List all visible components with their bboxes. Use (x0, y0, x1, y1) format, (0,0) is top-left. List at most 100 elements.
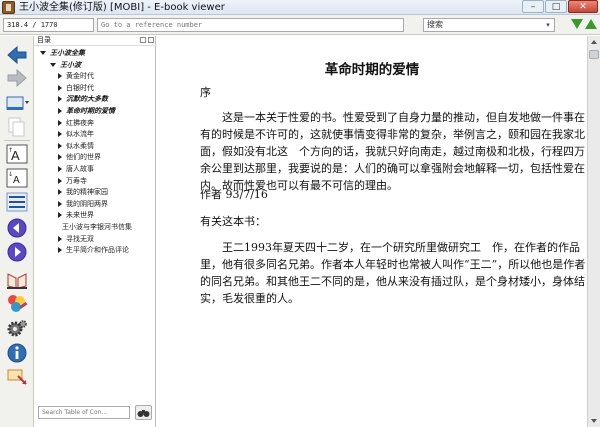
left-icon-toolbar: A ↑ A ↓ (0, 36, 34, 427)
collapsed-triangle-icon[interactable] (58, 154, 62, 161)
toc-item[interactable]: 红拂夜奔 (58, 117, 94, 129)
collapsed-triangle-icon[interactable] (58, 96, 62, 103)
toc-header: 目录 (34, 36, 156, 46)
goto-reference-input[interactable]: Go to a reference number (97, 18, 404, 32)
toc-item[interactable]: 沉默的大多数 (58, 93, 108, 105)
collapsed-triangle-icon[interactable] (58, 108, 62, 114)
toc-item[interactable]: 似水流年 (58, 128, 94, 140)
info-icon[interactable] (5, 342, 29, 364)
toc-item[interactable]: 革命时期的爱情 (58, 105, 115, 117)
toc-item-label: 万寿寺 (66, 176, 87, 185)
collapsed-triangle-icon[interactable] (58, 247, 62, 254)
next-page-icon[interactable] (5, 241, 29, 263)
search-combobox[interactable]: 搜索 ▾ (423, 18, 555, 32)
back-arrow-icon[interactable] (5, 44, 29, 66)
toc-item[interactable]: 万寿寺 (58, 175, 87, 187)
expanded-triangle-icon[interactable] (40, 51, 46, 55)
toc-item-label: 白银时代 (66, 83, 94, 92)
close-panel-icon[interactable] (148, 37, 154, 43)
book-page-view[interactable]: 革命时期的爱情 序 这是一本关于性爱的书。性爱受到了自身力量的推动，但自发地做一… (157, 36, 587, 427)
svg-text:A: A (13, 175, 20, 186)
toc-item[interactable]: 我的精神家园 (58, 186, 108, 198)
toc-item[interactable]: 似水柔情 (58, 140, 94, 152)
toc-item[interactable]: 寻找无双 (58, 233, 94, 245)
collapsed-triangle-icon[interactable] (58, 142, 62, 149)
full-screen-icon[interactable] (5, 366, 29, 388)
toc-search-input[interactable]: Search Table of Con... (38, 406, 130, 419)
collapsed-triangle-icon[interactable] (58, 119, 62, 126)
svg-text:↓: ↓ (8, 171, 13, 178)
forward-arrow-icon[interactable] (5, 67, 29, 89)
close-button[interactable]: ✕ (568, 0, 598, 13)
collapsed-triangle-icon[interactable] (58, 84, 62, 91)
collapsed-triangle-icon[interactable] (58, 166, 62, 172)
toc-item-label: 我的精神家园 (66, 188, 108, 197)
toc-item-label: 革命时期的爱情 (66, 107, 115, 115)
toc-item-label: 未来世界 (66, 211, 94, 220)
toc-item[interactable]: 他们的世界 (58, 151, 101, 163)
previous-match-up-icon[interactable] (585, 19, 597, 29)
float-panel-icon[interactable] (140, 37, 146, 43)
scrollbar-thumb[interactable] (589, 50, 599, 59)
theme-icon[interactable] (5, 292, 29, 314)
toc-item-label: 生平简介和作品评论 (66, 246, 129, 255)
toc-item-label: 我的阴阳两界 (66, 199, 108, 208)
previous-page-icon[interactable] (5, 217, 29, 239)
table-of-contents-icon[interactable] (5, 191, 29, 213)
copy-icon[interactable] (5, 116, 29, 138)
toc-item-label: 似水柔情 (66, 141, 94, 150)
chapter-title: 革命时期的爱情 (324, 62, 420, 78)
toc-item[interactable]: 黄金时代 (58, 70, 94, 82)
reference-mode-icon[interactable] (5, 268, 29, 290)
toc-item[interactable]: 白银时代 (58, 82, 94, 94)
paragraph: 王二1993年夏天四十二岁，在一个研究所里做研究工 作，在作者的作品里，他有很多… (200, 241, 586, 305)
minimize-button[interactable]: – (522, 0, 544, 13)
toc-item-label: 他们的世界 (66, 153, 101, 162)
search-dropdown-icon[interactable]: ▾ (543, 20, 553, 30)
title-bar: 王小波全集(修订版) [MOBI] - E-book viewer – □ ✕ (0, 0, 600, 15)
table-of-contents-panel: 目录 王小波全集王小波 黄金时代 白银时代沉默的大多数 革命时期的爱情 红拂夜奔似水流年… (34, 36, 156, 427)
position-spinbox[interactable]: 318.4 / 1770 (3, 18, 94, 32)
toc-item-label: 王小波 (60, 60, 81, 69)
collapsed-triangle-icon[interactable] (58, 200, 62, 207)
paragraph: 序 (200, 86, 211, 99)
font-larger-icon[interactable]: A ↑ (5, 143, 29, 165)
vertical-scrollbar[interactable] (587, 36, 600, 427)
toc-item[interactable]: 王小波全集 (40, 47, 85, 59)
toc-item[interactable]: 未来世界 (58, 209, 94, 221)
paragraph: 这是一本关于性爱的书。性爱受到了自身力量的推动，但自发地做一件事在有的时候是不许… (200, 111, 585, 192)
collapsed-triangle-icon[interactable] (58, 235, 62, 242)
collapsed-triangle-icon[interactable] (58, 73, 62, 80)
toc-item[interactable]: 唐人故事 (58, 163, 94, 175)
collapsed-triangle-icon[interactable] (58, 177, 62, 184)
expanded-triangle-icon[interactable] (50, 62, 56, 67)
svg-text:↑: ↑ (8, 147, 13, 154)
toc-item-label: 王小波与李银河书信集 (62, 223, 132, 231)
scroll-up-icon[interactable] (591, 40, 597, 44)
toc-item-label: 唐人故事 (66, 165, 94, 173)
toolbar-separator (4, 140, 30, 141)
preferences-gear-icon[interactable] (5, 318, 29, 340)
collapsed-triangle-icon[interactable] (58, 212, 62, 219)
toc-find-button[interactable] (135, 405, 152, 420)
window-controls: – □ ✕ (522, 0, 598, 13)
maximize-button[interactable]: □ (545, 0, 567, 13)
toc-item-label: 似水流年 (66, 130, 94, 139)
next-match-down-icon[interactable] (571, 19, 583, 29)
toc-item[interactable]: 我的阴阳两界 (58, 198, 108, 210)
open-book-icon[interactable] (5, 92, 29, 114)
toc-item-label: 红拂夜奔 (66, 118, 94, 127)
toc-title: 目录 (37, 36, 51, 44)
toc-header-buttons (140, 37, 154, 43)
toc-item-label: 王小波全集 (50, 49, 85, 57)
font-smaller-icon[interactable]: A ↓ (5, 167, 29, 189)
search-value: 搜索 (427, 20, 443, 29)
toc-item[interactable]: 王小波与李银河书信集 (58, 221, 132, 233)
toc-item-label: 沉默的大多数 (66, 95, 108, 104)
toc-item[interactable]: 王小波 (50, 59, 81, 71)
collapsed-triangle-icon[interactable] (58, 131, 62, 138)
scroll-down-icon[interactable] (591, 419, 597, 423)
collapsed-triangle-icon[interactable] (58, 189, 62, 196)
toc-item[interactable]: 生平简介和作品评论 (58, 244, 129, 256)
app-book-icon (2, 1, 15, 14)
